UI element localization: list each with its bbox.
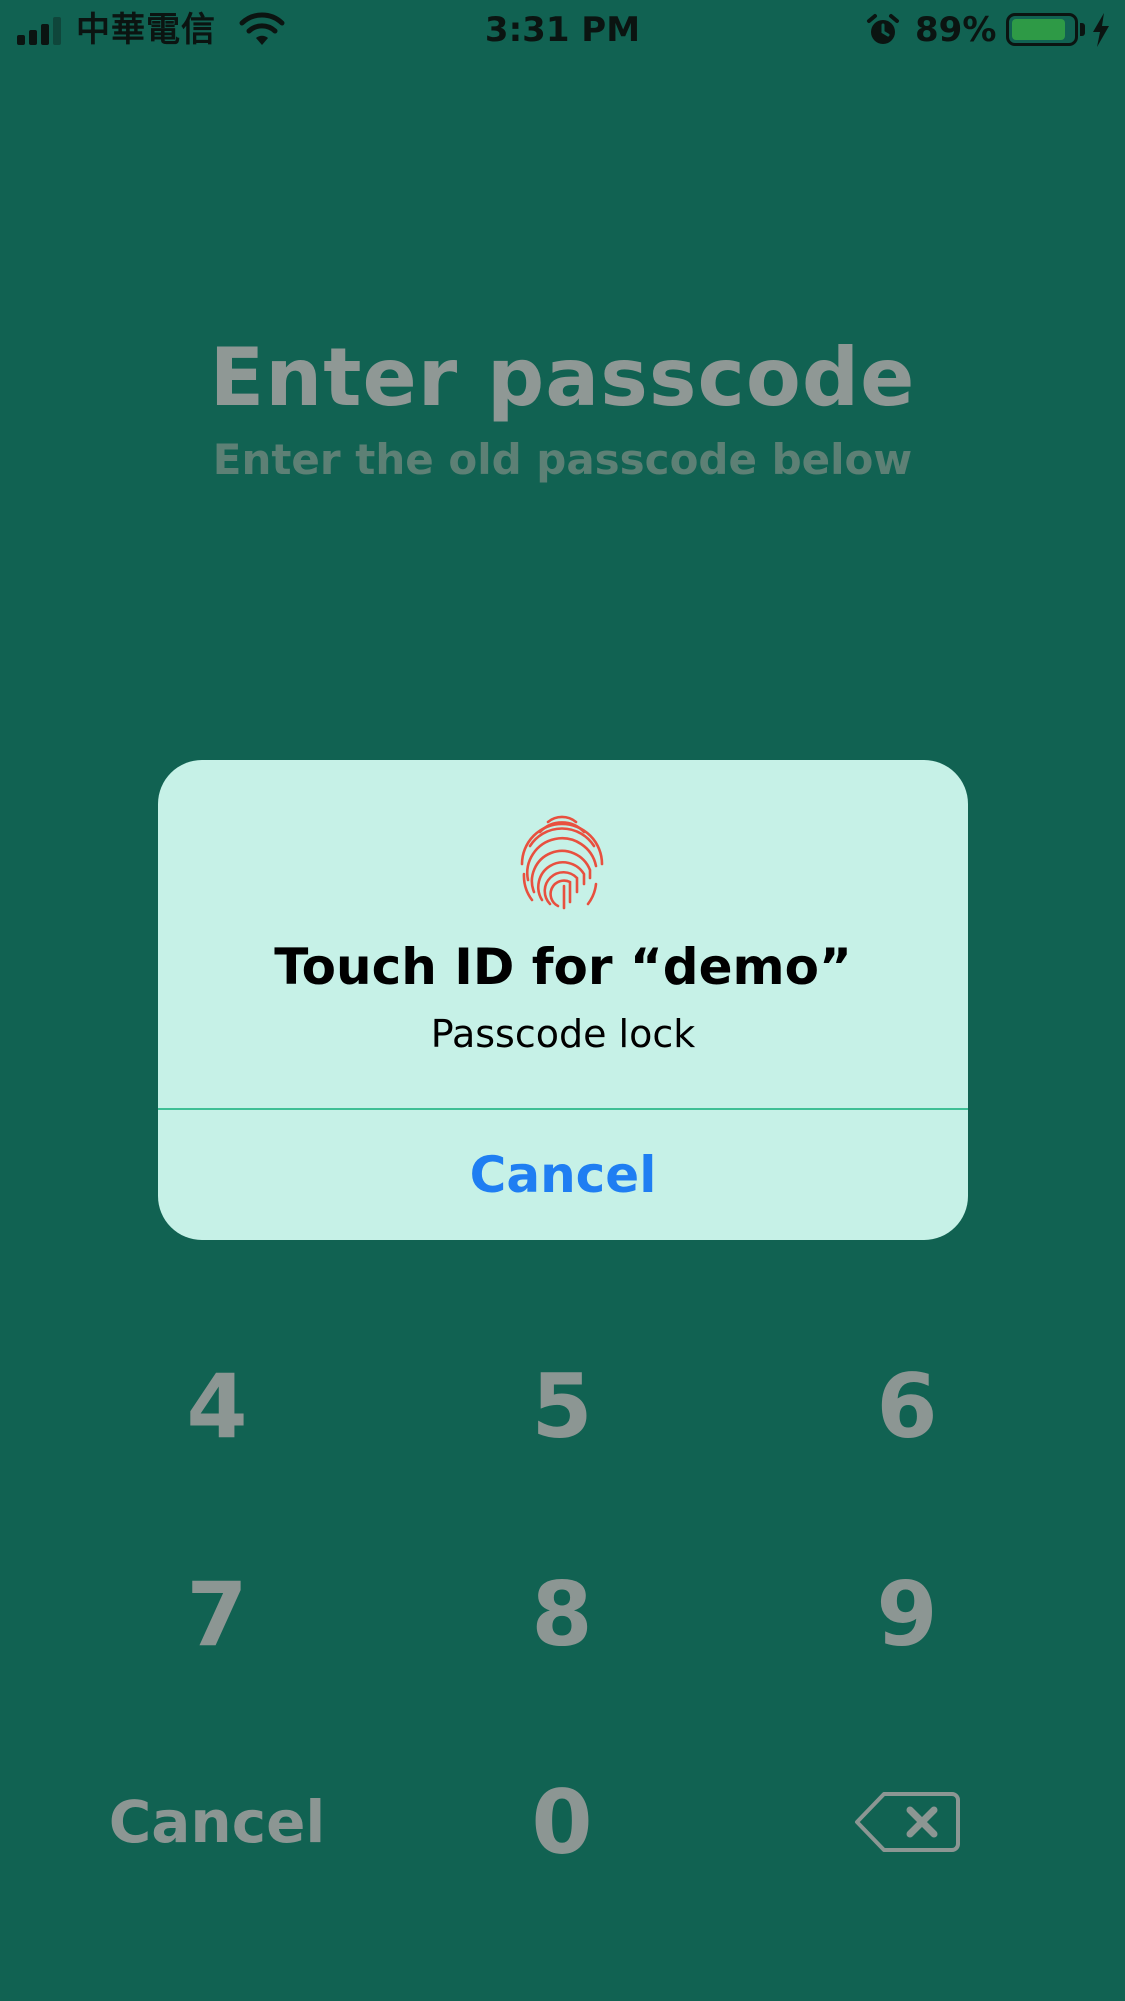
key-7[interactable]: 7 bbox=[67, 1554, 367, 1674]
page-title: Enter passcode bbox=[209, 331, 916, 424]
touch-id-dialog: Touch ID for “demo” Passcode lock Cancel bbox=[158, 760, 968, 1240]
dialog-cancel-button[interactable]: Cancel bbox=[158, 1110, 968, 1240]
battery-icon bbox=[1006, 13, 1078, 46]
key-4[interactable]: 4 bbox=[67, 1346, 367, 1466]
keypad-cancel-button[interactable]: Cancel bbox=[67, 1762, 367, 1882]
dialog-message: Passcode lock bbox=[430, 1012, 696, 1056]
key-8[interactable]: 8 bbox=[412, 1554, 712, 1674]
battery-cap bbox=[1080, 23, 1085, 36]
charging-bolt-icon bbox=[1093, 13, 1109, 47]
status-bar: 中華電信 3:31 PM 89% bbox=[0, 0, 1125, 64]
backspace-icon bbox=[855, 1792, 960, 1852]
dialog-title: Touch ID for “demo” bbox=[274, 938, 852, 996]
delete-button[interactable] bbox=[757, 1762, 1057, 1882]
alarm-icon bbox=[867, 14, 899, 44]
fingerprint-icon bbox=[520, 815, 604, 910]
battery-percentage: 89% bbox=[915, 10, 997, 50]
key-0[interactable]: 0 bbox=[412, 1762, 712, 1882]
key-6[interactable]: 6 bbox=[757, 1346, 1057, 1466]
page-subtitle: Enter the old passcode below bbox=[212, 435, 913, 484]
key-5[interactable]: 5 bbox=[412, 1346, 712, 1466]
key-9[interactable]: 9 bbox=[757, 1554, 1057, 1674]
